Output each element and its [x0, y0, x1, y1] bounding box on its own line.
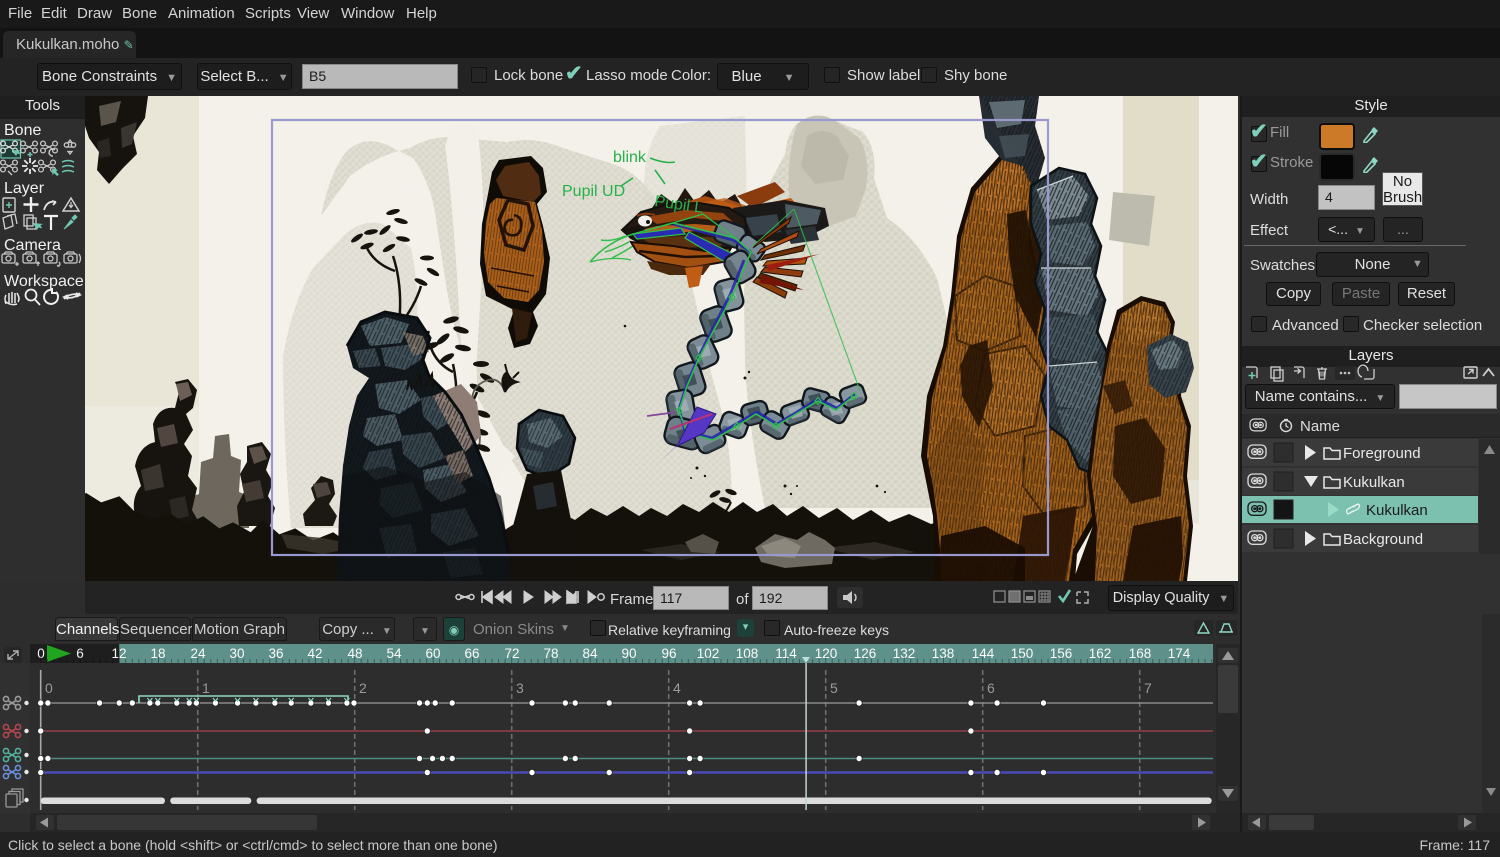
svg-text:blink: blink — [613, 149, 647, 166]
svg-text:3: 3 — [516, 680, 524, 696]
svg-text:5: 5 — [830, 680, 838, 696]
svg-text:Kukulkan: Kukulkan — [1366, 502, 1428, 519]
svg-text:6: 6 — [987, 680, 995, 696]
svg-text:7: 7 — [1144, 680, 1152, 696]
svg-text:24: 24 — [190, 646, 206, 661]
svg-text:2: 2 — [359, 680, 367, 696]
svg-text:4: 4 — [673, 680, 681, 696]
svg-text:Kukulkan: Kukulkan — [1343, 474, 1405, 491]
svg-text:Foreground: Foreground — [1343, 445, 1421, 462]
svg-text:144: 144 — [972, 646, 995, 661]
svg-text:Pupil UD: Pupil UD — [562, 183, 625, 200]
svg-text:0: 0 — [45, 680, 53, 696]
svg-text:1: 1 — [202, 680, 210, 696]
svg-text:Background: Background — [1343, 531, 1423, 548]
